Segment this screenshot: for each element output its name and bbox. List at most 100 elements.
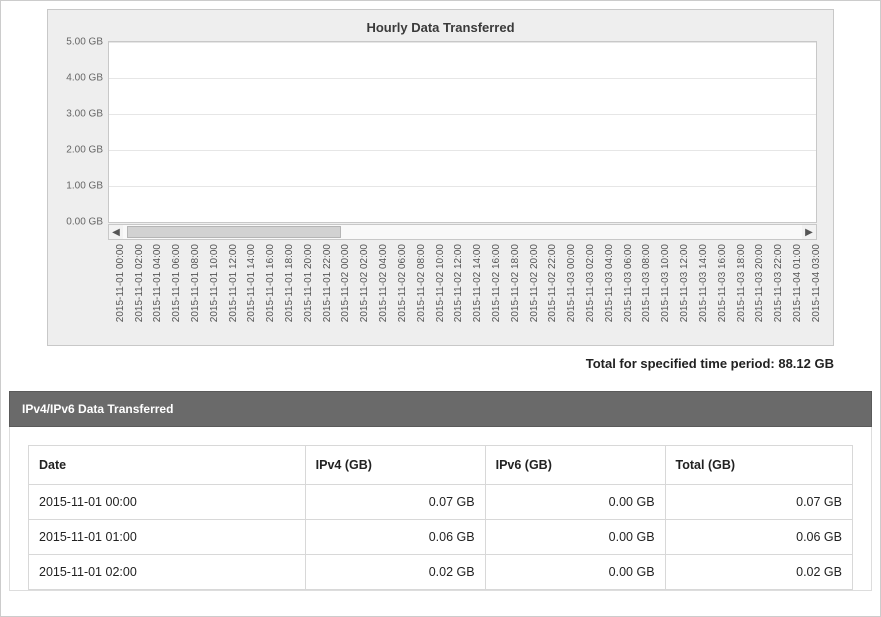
x-tick-slot bbox=[778, 244, 787, 339]
chart-panel: Hourly Data Transferred 0.00 GB1.00 GB2.… bbox=[47, 9, 834, 346]
x-tick-slot bbox=[759, 244, 768, 339]
x-tick-slot: 2015-11-02 12:00 bbox=[449, 244, 458, 339]
x-tick-slot: 2015-11-02 14:00 bbox=[467, 244, 476, 339]
cell-date: 2015-11-01 00:00 bbox=[29, 485, 306, 520]
x-tick-slot bbox=[609, 244, 618, 339]
x-tick-slot bbox=[458, 244, 467, 339]
x-tick-slot bbox=[646, 244, 655, 339]
table-row: 2015-11-01 02:000.02 GB0.00 GB0.02 GB bbox=[29, 555, 853, 590]
x-tick-slot: 2015-11-01 04:00 bbox=[148, 244, 157, 339]
table-row: 2015-11-01 00:000.07 GB0.00 GB0.07 GB bbox=[29, 485, 853, 520]
x-tick-slot: 2015-11-03 04:00 bbox=[599, 244, 608, 339]
cell-total: 0.06 GB bbox=[665, 520, 852, 555]
x-tick-slot: 2015-11-02 08:00 bbox=[411, 244, 420, 339]
x-tick-slot: 2015-11-03 18:00 bbox=[731, 244, 740, 339]
scroll-right-arrow-icon[interactable]: ▶ bbox=[802, 225, 816, 239]
cell-ipv6: 0.00 GB bbox=[485, 520, 665, 555]
x-tick-slot bbox=[721, 244, 730, 339]
x-tick-slot bbox=[665, 244, 674, 339]
x-tick-slot: 2015-11-01 06:00 bbox=[166, 244, 175, 339]
x-tick-slot bbox=[439, 244, 448, 339]
table-body-area: Date IPv4 (GB) IPv6 (GB) Total (GB) 2015… bbox=[9, 427, 872, 591]
x-tick-slot bbox=[289, 244, 298, 339]
x-tick-slot: 2015-11-02 06:00 bbox=[392, 244, 401, 339]
x-tick-slot bbox=[402, 244, 411, 339]
cell-date: 2015-11-01 02:00 bbox=[29, 555, 306, 590]
x-tick-slot: 2015-11-01 16:00 bbox=[261, 244, 270, 339]
data-table-panel: IPv4/IPv6 Data Transferred Date IPv4 (GB… bbox=[9, 391, 872, 591]
x-tick-slot: 2015-11-01 20:00 bbox=[298, 244, 307, 339]
x-tick-slot: 2015-11-01 18:00 bbox=[279, 244, 288, 339]
x-tick-slot: 2015-11-03 20:00 bbox=[750, 244, 759, 339]
y-tick-label: 5.00 GB bbox=[66, 37, 103, 48]
x-tick-slot bbox=[590, 244, 599, 339]
x-tick-slot: 2015-11-01 10:00 bbox=[204, 244, 213, 339]
x-tick-slot: 2015-11-02 04:00 bbox=[373, 244, 382, 339]
x-tick-slot: 2015-11-03 06:00 bbox=[618, 244, 627, 339]
y-tick-label: 4.00 GB bbox=[66, 73, 103, 84]
data-table: Date IPv4 (GB) IPv6 (GB) Total (GB) 2015… bbox=[28, 445, 853, 590]
table-header-bar: IPv4/IPv6 Data Transferred bbox=[9, 391, 872, 427]
col-total: Total (GB) bbox=[665, 446, 852, 485]
cell-ipv6: 0.00 GB bbox=[485, 555, 665, 590]
x-tick-slot bbox=[552, 244, 561, 339]
x-tick-slot bbox=[420, 244, 429, 339]
page-root: Hourly Data Transferred 0.00 GB1.00 GB2.… bbox=[0, 0, 881, 617]
x-tick-slot: 2015-11-01 22:00 bbox=[317, 244, 326, 339]
x-tick-slot bbox=[345, 244, 354, 339]
x-tick-slot bbox=[627, 244, 636, 339]
x-tick-slot: 2015-11-01 00:00 bbox=[110, 244, 119, 339]
cell-total: 0.02 GB bbox=[665, 555, 852, 590]
chart-title: Hourly Data Transferred bbox=[60, 20, 821, 35]
total-summary: Total for specified time period: 88.12 G… bbox=[47, 356, 834, 371]
x-tick-slot: 2015-11-03 12:00 bbox=[674, 244, 683, 339]
x-tick-slot: 2015-11-02 22:00 bbox=[543, 244, 552, 339]
table-body: 2015-11-01 00:000.07 GB0.00 GB0.07 GB201… bbox=[29, 485, 853, 590]
x-tick-slot: 2015-11-02 20:00 bbox=[524, 244, 533, 339]
x-tick-slot: 2015-11-01 02:00 bbox=[129, 244, 138, 339]
x-tick-slot: 2015-11-04 01:00 bbox=[787, 244, 796, 339]
y-tick-label: 2.00 GB bbox=[66, 145, 103, 156]
cell-date: 2015-11-01 01:00 bbox=[29, 520, 306, 555]
x-tick-slot: 2015-11-03 10:00 bbox=[656, 244, 665, 339]
cell-ipv6: 0.00 GB bbox=[485, 485, 665, 520]
x-tick-slot: 2015-11-02 02:00 bbox=[355, 244, 364, 339]
col-date: Date bbox=[29, 446, 306, 485]
x-tick-slot bbox=[477, 244, 486, 339]
x-tick-slot: 2015-11-03 08:00 bbox=[637, 244, 646, 339]
x-tick-slot bbox=[740, 244, 749, 339]
x-tick-slot bbox=[496, 244, 505, 339]
x-tick-slot bbox=[195, 244, 204, 339]
y-axis-labels: 0.00 GB1.00 GB2.00 GB3.00 GB4.00 GB5.00 … bbox=[57, 42, 103, 222]
scroll-left-arrow-icon[interactable]: ◀ bbox=[109, 225, 123, 239]
x-tick-slot: 2015-11-03 14:00 bbox=[693, 244, 702, 339]
x-tick-slot: 2015-11-02 18:00 bbox=[505, 244, 514, 339]
x-tick-slot: 2015-11-04 03:00 bbox=[806, 244, 815, 339]
chart-plot-area: 0.00 GB1.00 GB2.00 GB3.00 GB4.00 GB5.00 … bbox=[108, 41, 817, 223]
cell-ipv4: 0.07 GB bbox=[305, 485, 485, 520]
x-tick-slot: 2015-11-01 12:00 bbox=[223, 244, 232, 339]
col-ipv6: IPv6 (GB) bbox=[485, 446, 665, 485]
x-tick-slot: 2015-11-02 10:00 bbox=[430, 244, 439, 339]
x-tick-slot bbox=[797, 244, 806, 339]
x-tick-slot bbox=[138, 244, 147, 339]
cell-ipv4: 0.06 GB bbox=[305, 520, 485, 555]
x-tick-slot bbox=[176, 244, 185, 339]
x-tick-slot bbox=[533, 244, 542, 339]
table-header-row: Date IPv4 (GB) IPv6 (GB) Total (GB) bbox=[29, 446, 853, 485]
x-tick-slot bbox=[364, 244, 373, 339]
x-tick-slot: 2015-11-03 22:00 bbox=[768, 244, 777, 339]
x-tick-slot bbox=[119, 244, 128, 339]
x-tick-slot bbox=[157, 244, 166, 339]
col-ipv4: IPv4 (GB) bbox=[305, 446, 485, 485]
x-tick-slot: 2015-11-03 16:00 bbox=[712, 244, 721, 339]
scroll-thumb[interactable] bbox=[127, 226, 341, 238]
x-tick-slot: 2015-11-03 00:00 bbox=[562, 244, 571, 339]
chart-scrollbar[interactable]: ◀ ▶ bbox=[108, 224, 817, 240]
x-tick-slot: 2015-11-03 02:00 bbox=[580, 244, 589, 339]
cell-total: 0.07 GB bbox=[665, 485, 852, 520]
x-tick-slot bbox=[684, 244, 693, 339]
chart-bars bbox=[109, 42, 816, 222]
x-tick-slot bbox=[270, 244, 279, 339]
x-tick-slot: 2015-11-01 14:00 bbox=[242, 244, 251, 339]
